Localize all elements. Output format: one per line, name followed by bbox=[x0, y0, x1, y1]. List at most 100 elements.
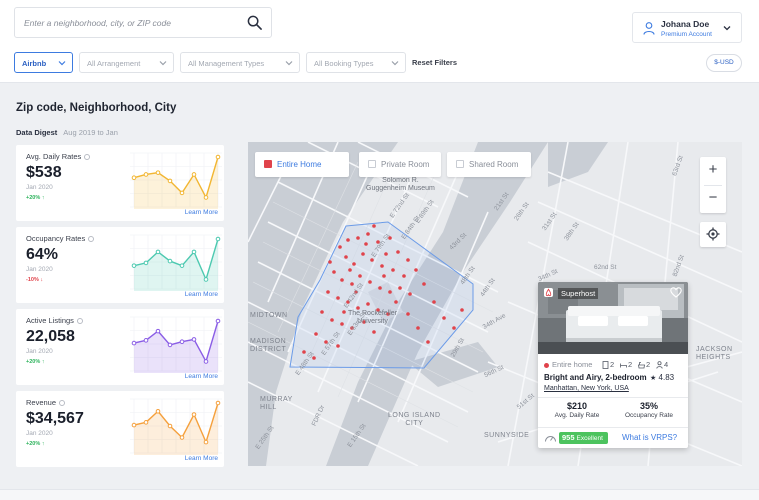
checkbox-entire-home[interactable] bbox=[264, 160, 272, 168]
checkbox-shared-room[interactable] bbox=[456, 160, 464, 168]
info-icon[interactable] bbox=[59, 400, 66, 407]
toggle-private-room-label: Private Room bbox=[381, 160, 430, 169]
filter-management[interactable]: All Management Types bbox=[180, 52, 300, 73]
sparkline-point bbox=[143, 172, 149, 177]
filter-arrangement[interactable]: All Arrangement bbox=[79, 52, 174, 73]
stat-card-listings: Active Listings 22,058 Jan 2020 +20% ↑ L… bbox=[16, 309, 224, 385]
sparkline-point bbox=[215, 318, 221, 324]
stat-value: 22,058 bbox=[26, 328, 75, 345]
airbnb-icon bbox=[544, 288, 553, 297]
listing-type-dot bbox=[544, 362, 549, 368]
sparkline-point bbox=[203, 439, 209, 445]
stat-card-daily-rate: Avg. Daily Rates $538 Jan 2020 +20% ↑ Le… bbox=[16, 145, 224, 221]
sparkline-point bbox=[131, 263, 137, 268]
sparkline-point bbox=[215, 154, 221, 160]
map-label-murray: MURRAY HILL bbox=[260, 396, 293, 411]
learn-more-link[interactable]: Learn More bbox=[185, 209, 218, 216]
gauge-icon bbox=[545, 436, 556, 442]
chevron-down-icon bbox=[285, 61, 293, 66]
sparkline-point bbox=[143, 338, 149, 343]
locate-button[interactable] bbox=[700, 222, 726, 247]
stat-label-text: Active Listings bbox=[26, 316, 74, 325]
stat-change: +20% ↑ bbox=[26, 359, 45, 365]
sparkline-point bbox=[203, 359, 209, 364]
sparkline-point bbox=[179, 263, 185, 268]
vrps-score-label: Excellent bbox=[576, 435, 603, 442]
info-icon[interactable] bbox=[88, 236, 95, 243]
map-label-madison: MADISON DISTRICT bbox=[250, 338, 287, 353]
sparkline-point bbox=[131, 422, 137, 428]
listing-beds-value: 2 bbox=[610, 360, 615, 369]
sparkline-point bbox=[143, 420, 149, 425]
sparkline-point bbox=[155, 408, 161, 414]
sparkline-point bbox=[167, 178, 173, 184]
bed-icon bbox=[620, 363, 627, 368]
what-is-vrps-link[interactable]: What is VRPS? bbox=[622, 433, 677, 442]
stat-value: 64% bbox=[26, 246, 59, 263]
listing-popup[interactable]: Superhost Entire home 2 2 2 4 Bright and… bbox=[538, 282, 688, 448]
search-input[interactable] bbox=[24, 8, 234, 37]
stat-date: Jan 2020 bbox=[26, 266, 53, 273]
sparkline-point bbox=[203, 195, 209, 200]
listing-location[interactable]: Manhattan, New York, USA bbox=[544, 385, 629, 392]
stat-label: Revenue bbox=[26, 398, 66, 407]
map-view[interactable]: Solomon R. Guggenheim Museum The Rockefe… bbox=[248, 142, 742, 466]
listing-people-value: 4 bbox=[664, 360, 669, 369]
currency-button[interactable]: $-USD bbox=[706, 54, 742, 72]
listing-name[interactable]: Bright and Airy, 2-bedroom bbox=[544, 373, 647, 382]
stat-date: Jan 2020 bbox=[26, 184, 53, 191]
data-digest-range: Aug 2019 to Jan bbox=[63, 128, 118, 137]
stat-change: +20% ↑ bbox=[26, 195, 45, 201]
page-footer-strip bbox=[0, 489, 759, 500]
learn-more-link[interactable]: Learn More bbox=[185, 455, 218, 462]
map-label-jackson: JACKSON HEIGHTS bbox=[696, 346, 733, 361]
toggle-entire-home-label: Entire Home bbox=[277, 160, 322, 169]
listing-type-text: Entire home bbox=[552, 360, 593, 369]
crosshair-icon bbox=[706, 227, 720, 241]
listing-baths-value: 2 bbox=[628, 360, 633, 369]
stat-label: Occupancy Rates bbox=[26, 234, 95, 243]
filter-platform[interactable]: Airbnb bbox=[14, 52, 73, 73]
zoom-in-button[interactable]: + bbox=[700, 157, 726, 185]
search-icon[interactable] bbox=[247, 15, 262, 30]
listing-rate: $210 Avg. Daily Rate bbox=[542, 401, 612, 419]
listing-type: Entire home bbox=[544, 360, 592, 369]
checkbox-private-room[interactable] bbox=[368, 160, 376, 168]
stat-label: Active Listings bbox=[26, 316, 83, 325]
sparkline-point bbox=[191, 249, 197, 255]
search-box[interactable] bbox=[14, 7, 272, 38]
heart-icon[interactable] bbox=[670, 287, 682, 298]
sparkline-point bbox=[215, 400, 221, 406]
vrps-score-badge: 955 Excellent bbox=[559, 432, 608, 444]
stat-value: $34,567 bbox=[26, 410, 84, 427]
door-icon bbox=[602, 361, 609, 369]
filter-booking[interactable]: All Booking Types bbox=[306, 52, 406, 73]
toggle-shared-room[interactable]: Shared Room bbox=[447, 152, 531, 177]
toggle-shared-room-label: Shared Room bbox=[469, 160, 519, 169]
sparkline-chart bbox=[130, 316, 222, 373]
sparkline-point bbox=[191, 172, 197, 177]
user-menu[interactable]: Johana Doe Premium Account bbox=[632, 12, 742, 43]
info-icon[interactable] bbox=[76, 318, 83, 325]
learn-more-link[interactable]: Learn More bbox=[185, 291, 218, 298]
listing-people: 4 bbox=[656, 360, 668, 369]
reset-filters-button[interactable]: Reset Filters bbox=[412, 58, 457, 67]
filter-platform-label: Airbnb bbox=[22, 59, 47, 68]
toggle-private-room[interactable]: Private Room bbox=[359, 152, 441, 177]
listing-occupancy-value: 35% bbox=[639, 401, 658, 411]
vrps-score-value: 955 bbox=[562, 433, 575, 442]
learn-more-link[interactable]: Learn More bbox=[185, 373, 218, 380]
divider bbox=[538, 427, 688, 428]
divider bbox=[538, 397, 688, 398]
top-bar: Johana Doe Premium Account Airbnb All Ar… bbox=[0, 0, 759, 83]
chevron-down-icon[interactable] bbox=[722, 23, 732, 33]
sparkline-point bbox=[191, 337, 197, 342]
zoom-out-button[interactable]: − bbox=[700, 185, 726, 213]
map-label-62nd: 62nd St bbox=[594, 264, 617, 271]
user-name: Johana Doe bbox=[661, 19, 710, 29]
data-digest-heading: Data Digest Aug 2019 to Jan bbox=[16, 128, 118, 137]
stat-date: Jan 2020 bbox=[26, 430, 53, 437]
info-icon[interactable] bbox=[84, 154, 91, 161]
stat-date: Jan 2020 bbox=[26, 348, 53, 355]
toggle-entire-home[interactable]: Entire Home bbox=[255, 152, 349, 177]
